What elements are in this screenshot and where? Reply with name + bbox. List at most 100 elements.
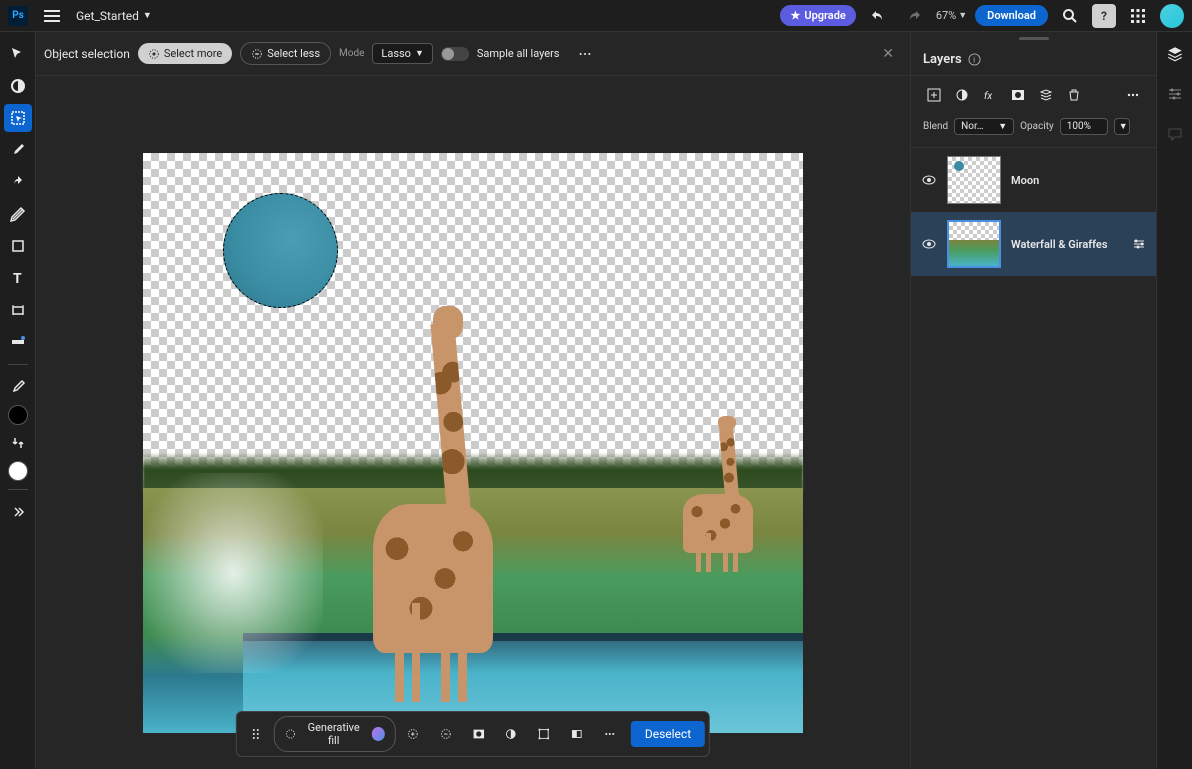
properties-panel-icon[interactable] (1161, 80, 1189, 108)
svg-text:i: i (973, 55, 975, 65)
zoom-value: 67% (936, 9, 956, 22)
top-bar: Ps Get_Started ▼ ★ Upgrade 67% ▼ Downloa… (0, 0, 1192, 32)
upgrade-label: Upgrade (804, 9, 845, 22)
add-layer-button[interactable] (923, 84, 945, 106)
layer-group-button[interactable] (1035, 84, 1057, 106)
crop-tool[interactable] (4, 296, 32, 324)
chevron-down-icon: ▼ (958, 10, 967, 21)
gradient-tool[interactable] (4, 328, 32, 356)
layer-name: Moon (1011, 174, 1039, 187)
more-tools[interactable] (4, 498, 32, 526)
background-color[interactable] (8, 461, 28, 481)
select-more-button[interactable]: Select more (138, 43, 232, 64)
document-title-text: Get_Started (76, 9, 139, 23)
sample-layers-label: Sample all layers (477, 47, 560, 60)
document-title[interactable]: Get_Started ▼ (76, 9, 152, 23)
blend-label: Blend (923, 121, 948, 132)
expand-selection[interactable] (398, 718, 429, 750)
help-button[interactable]: ? (1092, 4, 1116, 28)
chevron-down-icon: ▼ (415, 48, 424, 59)
giraffe-large (373, 323, 493, 653)
layers-panel: Layers i fx Blend Nor… ▼ Opacity 100% ▼ (910, 32, 1156, 769)
upgrade-button[interactable]: ★ Upgrade (780, 5, 855, 26)
panel-drag-handle[interactable] (911, 32, 1156, 44)
opacity-value: 100% (1067, 121, 1091, 132)
star-icon: ★ (790, 9, 800, 22)
brush-tool[interactable] (4, 136, 32, 164)
swap-colors[interactable] (4, 429, 32, 457)
transform-button[interactable] (529, 718, 560, 750)
feather-button[interactable] (561, 718, 592, 750)
text-tool[interactable]: T (4, 264, 32, 292)
redo-button[interactable] (900, 2, 928, 30)
object-select-tool[interactable] (4, 104, 32, 132)
clone-tool[interactable] (4, 168, 32, 196)
blend-value: Nor… (961, 121, 983, 132)
apps-grid-button[interactable] (1124, 2, 1152, 30)
move-tool[interactable] (4, 40, 32, 68)
layer-mask-button[interactable] (1007, 84, 1029, 106)
layer-thumbnail (947, 220, 1001, 268)
undo-button[interactable] (864, 2, 892, 30)
canvas[interactable] (143, 153, 803, 733)
select-more-label: Select more (164, 47, 222, 60)
chevron-down-icon: ▼ (1119, 121, 1128, 132)
ai-badge-icon (371, 727, 384, 741)
blend-mode-select[interactable]: Nor… ▼ (954, 118, 1014, 135)
contract-selection[interactable] (430, 718, 461, 750)
foreground-color[interactable] (8, 405, 28, 425)
svg-text:fx: fx (984, 90, 992, 102)
more-context[interactable] (594, 718, 625, 750)
more-options[interactable] (571, 40, 599, 68)
opacity-label: Opacity (1020, 121, 1054, 132)
delete-layer-button[interactable] (1063, 84, 1085, 106)
layer-item-waterfall[interactable]: Waterfall & Giraffes (911, 212, 1156, 276)
zoom-control[interactable]: 67% ▼ (936, 9, 967, 22)
options-bar: Object selection Select more Select less… (36, 32, 910, 76)
opacity-input[interactable]: 100% (1060, 118, 1108, 135)
user-avatar[interactable] (1160, 4, 1184, 28)
layer-thumbnail (947, 156, 1001, 204)
layer-menu-button[interactable] (1122, 84, 1144, 106)
tool-title: Object selection (44, 47, 130, 61)
mode-label: Mode (339, 48, 364, 59)
layers-panel-icon[interactable] (1161, 40, 1189, 68)
layers-panel-title: Layers (923, 52, 962, 67)
giraffe-small (683, 423, 753, 553)
visibility-toggle[interactable] (921, 236, 937, 252)
download-button[interactable]: Download (975, 5, 1048, 26)
eyedropper-tool[interactable] (4, 373, 32, 401)
layer-item-moon[interactable]: Moon (911, 148, 1156, 212)
layer-name: Waterfall & Giraffes (1011, 238, 1108, 251)
drag-handle[interactable] (241, 718, 272, 750)
visibility-toggle[interactable] (921, 172, 937, 188)
mode-select[interactable]: Lasso ▼ (372, 43, 432, 64)
chevron-down-icon: ▼ (998, 121, 1007, 132)
mode-value: Lasso (381, 47, 411, 60)
shape-tool[interactable] (4, 232, 32, 260)
mask-button[interactable] (463, 718, 494, 750)
layer-settings-icon[interactable] (1132, 237, 1146, 251)
menu-button[interactable] (36, 0, 68, 32)
info-icon[interactable]: i (968, 53, 981, 66)
collapsed-panels (1156, 32, 1192, 769)
close-options-button[interactable]: ✕ (882, 46, 894, 62)
gen-fill-label: Generative fill (302, 721, 365, 747)
select-less-label: Select less (267, 47, 320, 60)
invert-button[interactable] (496, 718, 527, 750)
search-button[interactable] (1056, 2, 1084, 30)
layer-effects-button[interactable]: fx (979, 84, 1001, 106)
moon-selection[interactable] (223, 193, 338, 308)
app-logo[interactable]: Ps (8, 6, 28, 26)
mist (143, 473, 323, 673)
healing-tool[interactable] (4, 200, 32, 228)
comments-panel-icon[interactable] (1161, 120, 1189, 148)
adjust-tool[interactable] (4, 72, 32, 100)
opacity-dropdown[interactable]: ▼ (1114, 118, 1130, 135)
canvas-area[interactable]: Generative fill Deselect (36, 76, 910, 769)
sample-layers-toggle[interactable] (441, 47, 469, 61)
generative-fill-button[interactable]: Generative fill (274, 716, 396, 752)
deselect-button[interactable]: Deselect (631, 721, 705, 747)
select-less-button[interactable]: Select less (240, 42, 331, 65)
adjustment-layer-button[interactable] (951, 84, 973, 106)
